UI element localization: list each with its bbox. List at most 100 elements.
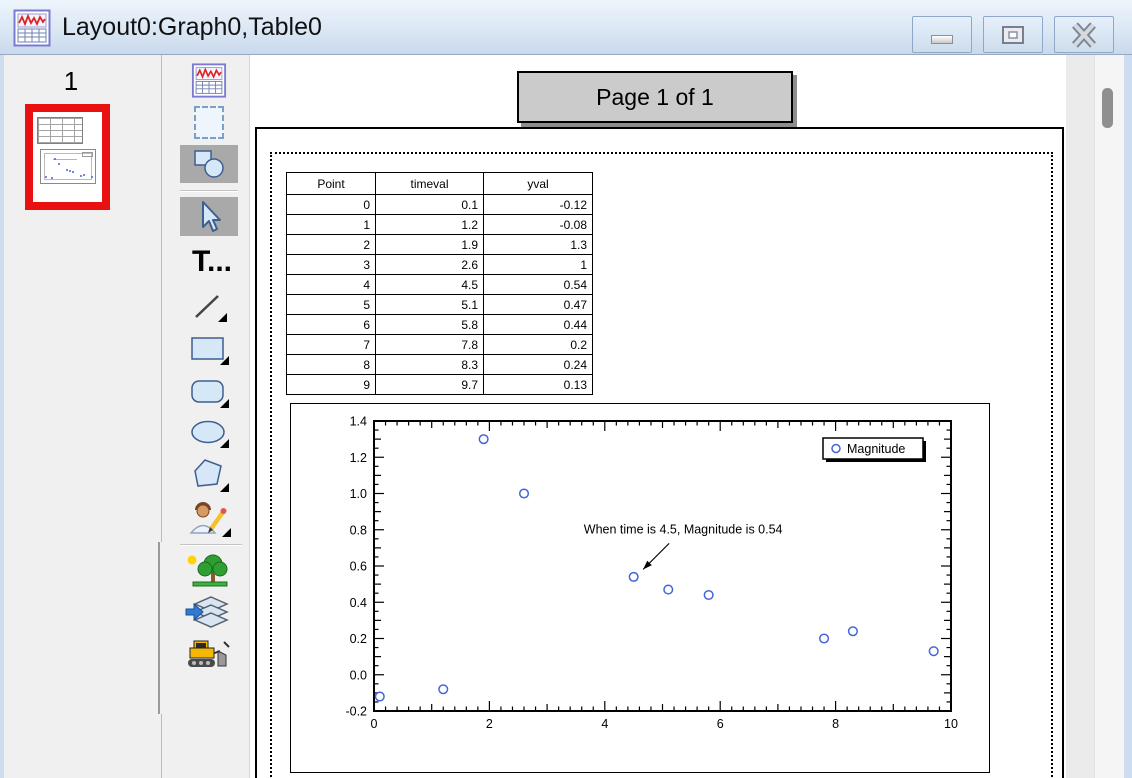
table-cell: 2	[287, 235, 376, 255]
rounded-rectangle-tool[interactable]	[184, 373, 232, 411]
table-column-header: Point	[287, 173, 376, 195]
table-row: 55.10.47	[287, 295, 593, 315]
graph-object[interactable]: 0246810-0.20.00.20.40.60.81.01.21.4When …	[290, 403, 990, 773]
polygon-tool[interactable]	[184, 453, 232, 495]
x-tick-label: 2	[486, 717, 493, 731]
table-column-header: timeval	[376, 173, 484, 195]
table-header-row: Pointtimevalyval	[287, 173, 593, 195]
layout-canvas: Page 1 of 1 Pointtimevalyval 00.1-0.1211…	[250, 55, 1066, 778]
table-row: 77.80.2	[287, 335, 593, 355]
table-row: 00.1-0.12	[287, 195, 593, 215]
table-cell: 6	[287, 315, 376, 335]
data-point	[375, 692, 384, 701]
layout-window: Layout0:Graph0,Table0 1	[0, 0, 1132, 778]
table-column-header: yval	[484, 173, 593, 195]
toolbar-separator	[180, 190, 238, 192]
page-marquee-tool[interactable]	[192, 104, 226, 141]
y-tick-label: 0.4	[350, 596, 367, 610]
line-tool[interactable]	[186, 287, 230, 325]
rectangle-tool[interactable]	[184, 330, 232, 368]
tree-tool[interactable]	[182, 550, 234, 592]
layout-object-tool[interactable]	[189, 62, 229, 99]
flyout-triangle-icon	[220, 439, 229, 448]
magnitude-scatter-chart: 0246810-0.20.00.20.40.60.81.01.21.4When …	[291, 404, 989, 772]
bulldozer-icon	[184, 636, 232, 672]
x-tick-label: 0	[371, 717, 378, 731]
table-cell: 0.2	[484, 335, 593, 355]
scrollbar-thumb[interactable]	[1102, 88, 1113, 128]
table-object[interactable]: Pointtimevalyval 00.1-0.1211.2-0.0821.91…	[286, 172, 593, 395]
y-tick-label: 1.0	[350, 487, 367, 501]
y-tick-label: 0.6	[350, 560, 367, 574]
vertical-scrollbar[interactable]	[1094, 55, 1124, 778]
page-thumbnail[interactable]	[25, 104, 110, 210]
page-thumbnail-panel: 1	[4, 55, 161, 778]
table-cell: 1.3	[484, 235, 593, 255]
thumbnail-mini-graph	[40, 149, 96, 184]
data-point	[849, 627, 858, 636]
draw-tool[interactable]	[182, 496, 234, 540]
table-cell: 5.8	[376, 315, 484, 335]
minimize-icon	[931, 35, 953, 44]
x-tick-label: 6	[717, 717, 724, 731]
page-indicator-button[interactable]: Page 1 of 1	[517, 71, 793, 123]
y-tick-label: 0.2	[350, 632, 367, 646]
close-button[interactable]	[1054, 16, 1114, 53]
minimize-button[interactable]	[912, 16, 972, 53]
thumbnail-mini-table	[37, 117, 83, 144]
table-cell: 0	[287, 195, 376, 215]
table-cell: -0.08	[484, 215, 593, 235]
data-point	[704, 591, 713, 600]
text-tool-icon: T...	[192, 245, 232, 279]
table-cell: 1.2	[376, 215, 484, 235]
arrow-tool[interactable]	[180, 197, 238, 236]
data-point	[629, 573, 638, 582]
bulldozer-tool[interactable]	[180, 634, 236, 674]
table-cell: 9	[287, 375, 376, 395]
table-cell: 5	[287, 295, 376, 315]
maximize-button[interactable]	[983, 16, 1043, 53]
table-row: 65.80.44	[287, 315, 593, 335]
table-cell: 0.1	[376, 195, 484, 215]
marquee-icon	[194, 106, 224, 139]
ellipse-tool[interactable]	[184, 413, 232, 451]
close-icon	[1069, 22, 1099, 48]
layout-table: Pointtimevalyval 00.1-0.1211.2-0.0821.91…	[286, 172, 593, 395]
title-bar: Layout0:Graph0,Table0	[0, 0, 1132, 55]
flyout-triangle-icon	[222, 528, 231, 537]
cursor-arrow-icon	[194, 200, 224, 234]
data-point	[929, 647, 938, 656]
app-waveform-table-icon	[13, 9, 51, 47]
layers-tool[interactable]	[182, 594, 234, 632]
chart-legend: Magnitude	[823, 438, 926, 462]
table-row: 44.50.54	[287, 275, 593, 295]
layout-table-body: 00.1-0.1211.2-0.0821.91.332.6144.50.5455…	[287, 195, 593, 395]
table-row: 88.30.24	[287, 355, 593, 375]
legend-marker-icon	[832, 445, 840, 453]
data-point	[820, 634, 829, 643]
x-tick-label: 4	[601, 717, 608, 731]
text-tool[interactable]: T...	[182, 243, 242, 281]
table-cell: 1	[484, 255, 593, 275]
graph-table-icon	[191, 63, 227, 98]
table-cell: 0.13	[484, 375, 593, 395]
tree-icon	[185, 552, 231, 590]
table-cell: 3	[287, 255, 376, 275]
table-cell: 9.7	[376, 375, 484, 395]
table-cell: 0.54	[484, 275, 593, 295]
shapes-select-tool[interactable]	[180, 145, 238, 183]
x-tick-label: 10	[944, 717, 958, 731]
table-cell: 8.3	[376, 355, 484, 375]
table-cell: 0.44	[484, 315, 593, 335]
data-point	[439, 685, 448, 694]
table-cell: 1.9	[376, 235, 484, 255]
table-row: 32.61	[287, 255, 593, 275]
data-point	[479, 435, 488, 444]
shapes-icon	[190, 148, 228, 180]
table-cell: 4	[287, 275, 376, 295]
table-row: 21.91.3	[287, 235, 593, 255]
y-tick-label: 0.8	[350, 523, 367, 537]
table-cell: -0.12	[484, 195, 593, 215]
table-cell: 0.24	[484, 355, 593, 375]
flyout-triangle-icon	[220, 399, 229, 408]
